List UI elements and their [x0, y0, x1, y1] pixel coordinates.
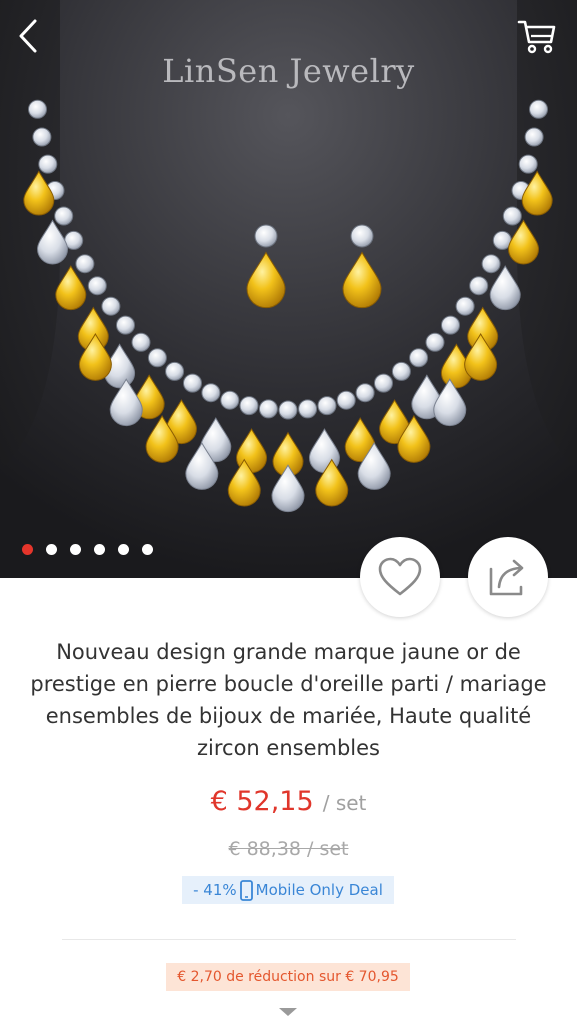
divider	[62, 939, 516, 940]
gallery-dot-2[interactable]	[46, 544, 57, 555]
chain-stone	[54, 206, 74, 226]
chain-stone	[239, 396, 259, 416]
mobile-deal-badge: - 41% Mobile Only Deal	[182, 876, 394, 904]
deal-label: Mobile Only Deal	[255, 881, 383, 899]
shopping-cart-icon	[517, 20, 556, 54]
chain-stone	[258, 399, 278, 419]
earring-stud	[350, 224, 374, 248]
chain-stone	[28, 99, 47, 119]
chain-stone	[32, 127, 52, 147]
heart-icon	[378, 557, 422, 596]
chain-stone	[502, 206, 522, 226]
gallery-dot-6[interactable]	[142, 544, 153, 555]
gallery-dot-5[interactable]	[118, 544, 129, 555]
gallery-dot-1[interactable]	[22, 544, 33, 555]
triangle-down-icon[interactable]	[279, 1008, 297, 1016]
chevron-left-icon	[19, 19, 37, 53]
chain-stone	[220, 390, 240, 410]
chain-stone	[469, 276, 489, 296]
chain-stone	[101, 296, 121, 316]
chain-stone	[131, 332, 151, 352]
mobile-phone-icon	[239, 879, 253, 901]
chain-stone	[38, 154, 58, 174]
coupon-badge[interactable]: € 2,70 de réduction sur € 70,95	[166, 963, 410, 991]
current-price: € 52,15	[210, 786, 314, 817]
chain-stone	[481, 254, 501, 274]
chain-stone	[87, 276, 107, 296]
chain-stone	[336, 390, 356, 410]
brand-logo: LinSen Jewelry	[162, 52, 415, 90]
chain-stone	[518, 154, 538, 174]
cart-button[interactable]	[517, 18, 561, 62]
chain-stone	[455, 296, 475, 316]
chain-stone	[75, 254, 95, 274]
chain-stone	[278, 400, 298, 420]
chain-stone	[374, 373, 393, 393]
product-title: Nouveau design grande marque jaune or de…	[30, 640, 547, 760]
chain-stone	[317, 396, 337, 416]
price-row: € 52,15 / set	[0, 786, 577, 817]
pendant-drop	[23, 170, 55, 216]
chain-stone	[391, 361, 411, 381]
chain-stone	[183, 373, 202, 393]
chain-stone	[147, 348, 167, 368]
back-button[interactable]	[16, 18, 60, 62]
earring-stud	[254, 224, 278, 248]
product-image[interactable]: LinSen Jewelry	[0, 0, 577, 578]
chain-stone	[355, 383, 375, 403]
share-button[interactable]	[468, 537, 548, 617]
chain-stone	[298, 399, 318, 419]
chain-stone	[524, 127, 544, 147]
gallery-dot-4[interactable]	[94, 544, 105, 555]
gallery-pagination	[22, 544, 153, 555]
chain-stone	[425, 332, 445, 352]
share-icon	[489, 559, 524, 596]
price-unit: / set	[322, 791, 367, 815]
chain-stone	[409, 348, 429, 368]
chain-stone	[441, 315, 460, 335]
chain-stone	[116, 315, 135, 335]
discount-percent: - 41%	[193, 881, 237, 899]
gallery-dot-3[interactable]	[70, 544, 81, 555]
chain-stone	[165, 361, 185, 381]
original-price: € 88,38 / set	[228, 838, 349, 860]
pendant-drop	[521, 170, 553, 216]
wishlist-button[interactable]	[360, 537, 440, 617]
chain-stone	[201, 383, 221, 403]
chain-stone	[529, 99, 548, 119]
